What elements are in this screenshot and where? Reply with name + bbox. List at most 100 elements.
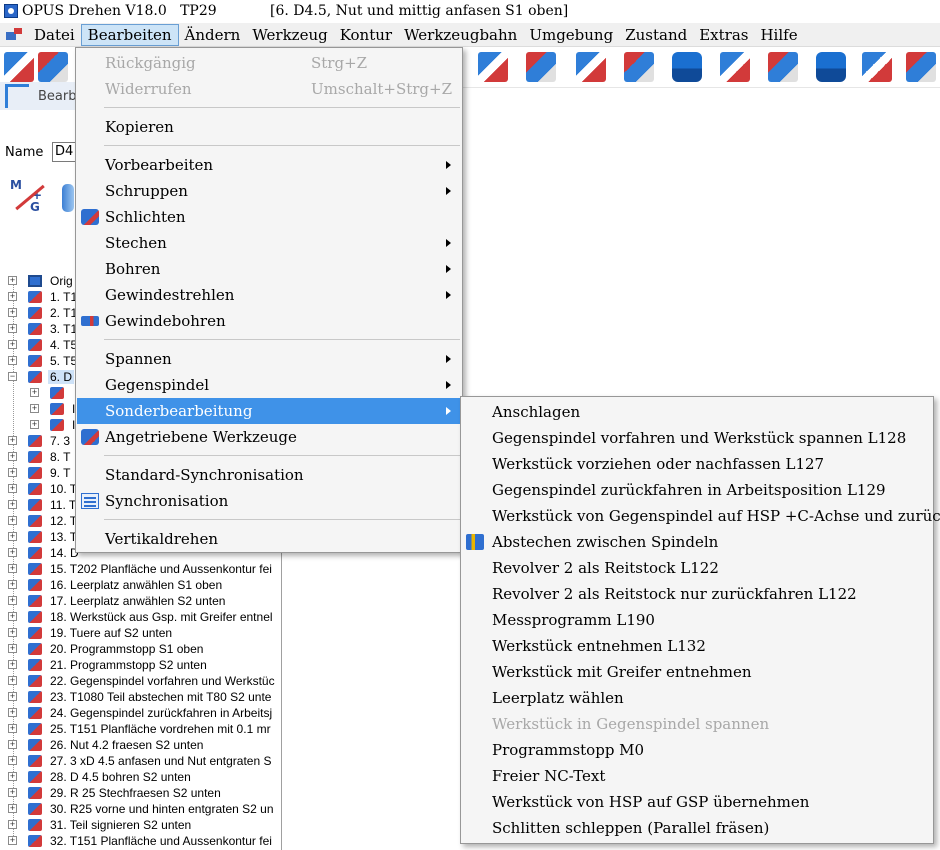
- menu-bearbeiten[interactable]: Bearbeiten: [80, 23, 179, 46]
- submenu-item-werkstueck-entnehmen-l132[interactable]: Werkstück entnehmen L132: [462, 633, 932, 659]
- tree-row[interactable]: +16. Leerplatz anwählen S1 oben: [0, 577, 282, 593]
- expand-icon[interactable]: +: [8, 772, 17, 781]
- expand-icon[interactable]: +: [8, 452, 17, 461]
- menu-item-widerrufen[interactable]: Widerrufen Umschalt+Strg+Z: [77, 76, 461, 102]
- tree-row[interactable]: +30. R25 vorne und hinten entgraten S2 u…: [0, 801, 282, 817]
- expand-icon[interactable]: +: [8, 468, 17, 477]
- expand-icon[interactable]: +: [8, 564, 17, 573]
- tree-row[interactable]: +31. Teil signieren S2 unten: [0, 817, 282, 833]
- expand-icon[interactable]: +: [30, 388, 39, 397]
- tree-row[interactable]: +32. T151 Planfläche und Aussenkontur fe…: [0, 833, 282, 849]
- expand-icon[interactable]: +: [8, 788, 17, 797]
- expand-icon[interactable]: +: [8, 612, 17, 621]
- menu-item-sonderbearbeitung[interactable]: Sonderbearbeitung: [77, 398, 461, 424]
- submenu-item-schlitten-schleppen-parallel-fraesen[interactable]: Schlitten schleppen (Parallel fräsen): [462, 815, 932, 841]
- menu-werkzeugbahn[interactable]: Werkzeugbahn: [398, 24, 523, 46]
- expand-icon[interactable]: +: [8, 308, 17, 317]
- fixture-tool-icon[interactable]: [720, 52, 750, 82]
- submenu-item-werkstueck-vorziehen-oder-nachfassen-l12[interactable]: Werkstück vorziehen oder nachfassen L127: [462, 451, 932, 477]
- menu-aendern[interactable]: Ändern: [179, 24, 247, 46]
- counter-spindle-icon[interactable]: [816, 52, 846, 82]
- tree-row[interactable]: +22. Gegenspindel vorfahren und Werkstüc: [0, 673, 282, 689]
- submenu-item-revolver-2-als-reitstock-nur-zurueckfahr[interactable]: Revolver 2 als Reitstock nur zurückfahre…: [462, 581, 932, 607]
- tree-structure-icon[interactable]: [5, 84, 29, 108]
- menu-item-stechen[interactable]: Stechen: [77, 230, 461, 256]
- menu-item-kopieren[interactable]: Kopieren: [77, 114, 461, 140]
- expand-icon[interactable]: +: [8, 500, 17, 509]
- drill-tool-icon[interactable]: [768, 52, 798, 82]
- menu-item-gewindestrehlen[interactable]: Gewindestrehlen: [77, 282, 461, 308]
- expand-icon[interactable]: +: [8, 340, 17, 349]
- expand-icon[interactable]: +: [8, 676, 17, 685]
- tree-row[interactable]: +25. T151 Planfläche vordrehen mit 0.1 m…: [0, 721, 282, 737]
- system-menu-icon[interactable]: [6, 27, 24, 42]
- menu-hilfe[interactable]: Hilfe: [754, 24, 803, 46]
- submenu-item-werkstueck-von-gegenspindel-auf-hsp-c-ac[interactable]: Werkstück von Gegenspindel auf HSP +C-Ac…: [462, 503, 940, 529]
- expand-icon[interactable]: +: [8, 292, 17, 301]
- tree-row[interactable]: +18. Werkstück aus Gsp. mit Greifer entn…: [0, 609, 282, 625]
- submenu-item-revolver-2-als-reitstock-l122[interactable]: Revolver 2 als Reitstock L122: [462, 555, 932, 581]
- expand-icon[interactable]: +: [8, 708, 17, 717]
- expand-icon[interactable]: +: [8, 644, 17, 653]
- menu-item-gegenspindel[interactable]: Gegenspindel: [77, 372, 461, 398]
- tree-row[interactable]: +29. R 25 Stechfraesen S2 unten: [0, 785, 282, 801]
- menu-kontur[interactable]: Kontur: [334, 24, 398, 46]
- expand-icon[interactable]: +: [30, 420, 39, 429]
- expand-icon[interactable]: +: [8, 436, 17, 445]
- expand-icon[interactable]: +: [8, 484, 17, 493]
- menu-umgebung[interactable]: Umgebung: [523, 24, 619, 46]
- expand-icon[interactable]: +: [8, 324, 17, 333]
- expand-icon[interactable]: +: [8, 532, 17, 541]
- menu-item-standard-synchronisation[interactable]: Standard-Synchronisation: [77, 462, 461, 488]
- cylinder-icon[interactable]: [62, 184, 74, 212]
- submenu-item-werkstueck-in-gegenspindel-spannen[interactable]: Werkstück in Gegenspindel spannen: [462, 711, 932, 737]
- contour-tool-icon[interactable]: [478, 52, 508, 82]
- expand-icon[interactable]: +: [8, 596, 17, 605]
- submenu-item-programmstopp-m0[interactable]: Programmstopp M0: [462, 737, 932, 763]
- menu-item-schlichten[interactable]: Schlichten: [77, 204, 461, 230]
- menu-item-angetriebene-werkzeuge[interactable]: Angetriebene Werkzeuge: [77, 424, 461, 450]
- expand-icon[interactable]: +: [8, 580, 17, 589]
- toolbar-label[interactable]: Bearb: [38, 89, 76, 104]
- expand-icon[interactable]: +: [8, 804, 17, 813]
- tree-row[interactable]: +24. Gegenspindel zurückfahren in Arbeit…: [0, 705, 282, 721]
- expand-icon[interactable]: +: [8, 660, 17, 669]
- tree-row[interactable]: +21. Programmstopp S2 unten: [0, 657, 282, 673]
- mg-code-icon[interactable]: M + G: [8, 178, 48, 218]
- menu-item-synchronisation[interactable]: Synchronisation: [77, 488, 461, 514]
- expand-icon[interactable]: +: [8, 628, 17, 637]
- tree-row[interactable]: +27. 3 xD 4.5 anfasen und Nut entgraten …: [0, 753, 282, 769]
- submenu-item-anschlagen[interactable]: Anschlagen: [462, 399, 932, 425]
- submenu-item-abstechen-zwischen-spindeln[interactable]: Abstechen zwischen Spindeln: [462, 529, 932, 555]
- profile-tool-icon[interactable]: [526, 52, 556, 82]
- loop-tool-icon[interactable]: [906, 52, 936, 82]
- tree-row[interactable]: +28. D 4.5 bohren S2 unten: [0, 769, 282, 785]
- menu-zustand[interactable]: Zustand: [619, 24, 693, 46]
- expand-icon[interactable]: +: [8, 740, 17, 749]
- grid-tool-icon[interactable]: [576, 52, 606, 82]
- search-tool-icon[interactable]: [38, 52, 68, 82]
- menu-datei[interactable]: Datei: [28, 24, 81, 46]
- expand-icon[interactable]: +: [8, 516, 17, 525]
- menu-item-gewindebohren[interactable]: Gewindebohren: [77, 308, 461, 334]
- submenu-item-werkstueck-von-hsp-auf-gsp-uebernehmen[interactable]: Werkstück von HSP auf GSP übernehmen: [462, 789, 932, 815]
- menu-item-vorbearbeiten[interactable]: Vorbearbeiten: [77, 152, 461, 178]
- expand-icon[interactable]: +: [8, 756, 17, 765]
- tree-row[interactable]: +15. T202 Planfläche und Aussenkontur fe…: [0, 561, 282, 577]
- tree-row[interactable]: +20. Programmstopp S1 oben: [0, 641, 282, 657]
- expand-icon[interactable]: +: [8, 820, 17, 829]
- expand-icon[interactable]: +: [30, 404, 39, 413]
- expand-icon[interactable]: +: [8, 836, 17, 845]
- menu-item-spannen[interactable]: Spannen: [77, 346, 461, 372]
- menu-item-rueckgaengig[interactable]: Rückgängig Strg+Z: [77, 50, 461, 76]
- submenu-item-gegenspindel-zurueckfahren-in-arbeitspos[interactable]: Gegenspindel zurückfahren in Arbeitsposi…: [462, 477, 932, 503]
- transfer-tool-icon[interactable]: [862, 52, 892, 82]
- menu-extras[interactable]: Extras: [693, 24, 754, 46]
- menu-item-schruppen[interactable]: Schruppen: [77, 178, 461, 204]
- submenu-item-leerplatz-waehlen[interactable]: Leerplatz wählen: [462, 685, 932, 711]
- collapse-icon[interactable]: −: [8, 372, 17, 381]
- expand-icon[interactable]: +: [8, 724, 17, 733]
- tree-row[interactable]: +26. Nut 4.2 fraesen S2 unten: [0, 737, 282, 753]
- expand-icon[interactable]: +: [8, 548, 17, 557]
- tree-view-icon[interactable]: [4, 52, 34, 82]
